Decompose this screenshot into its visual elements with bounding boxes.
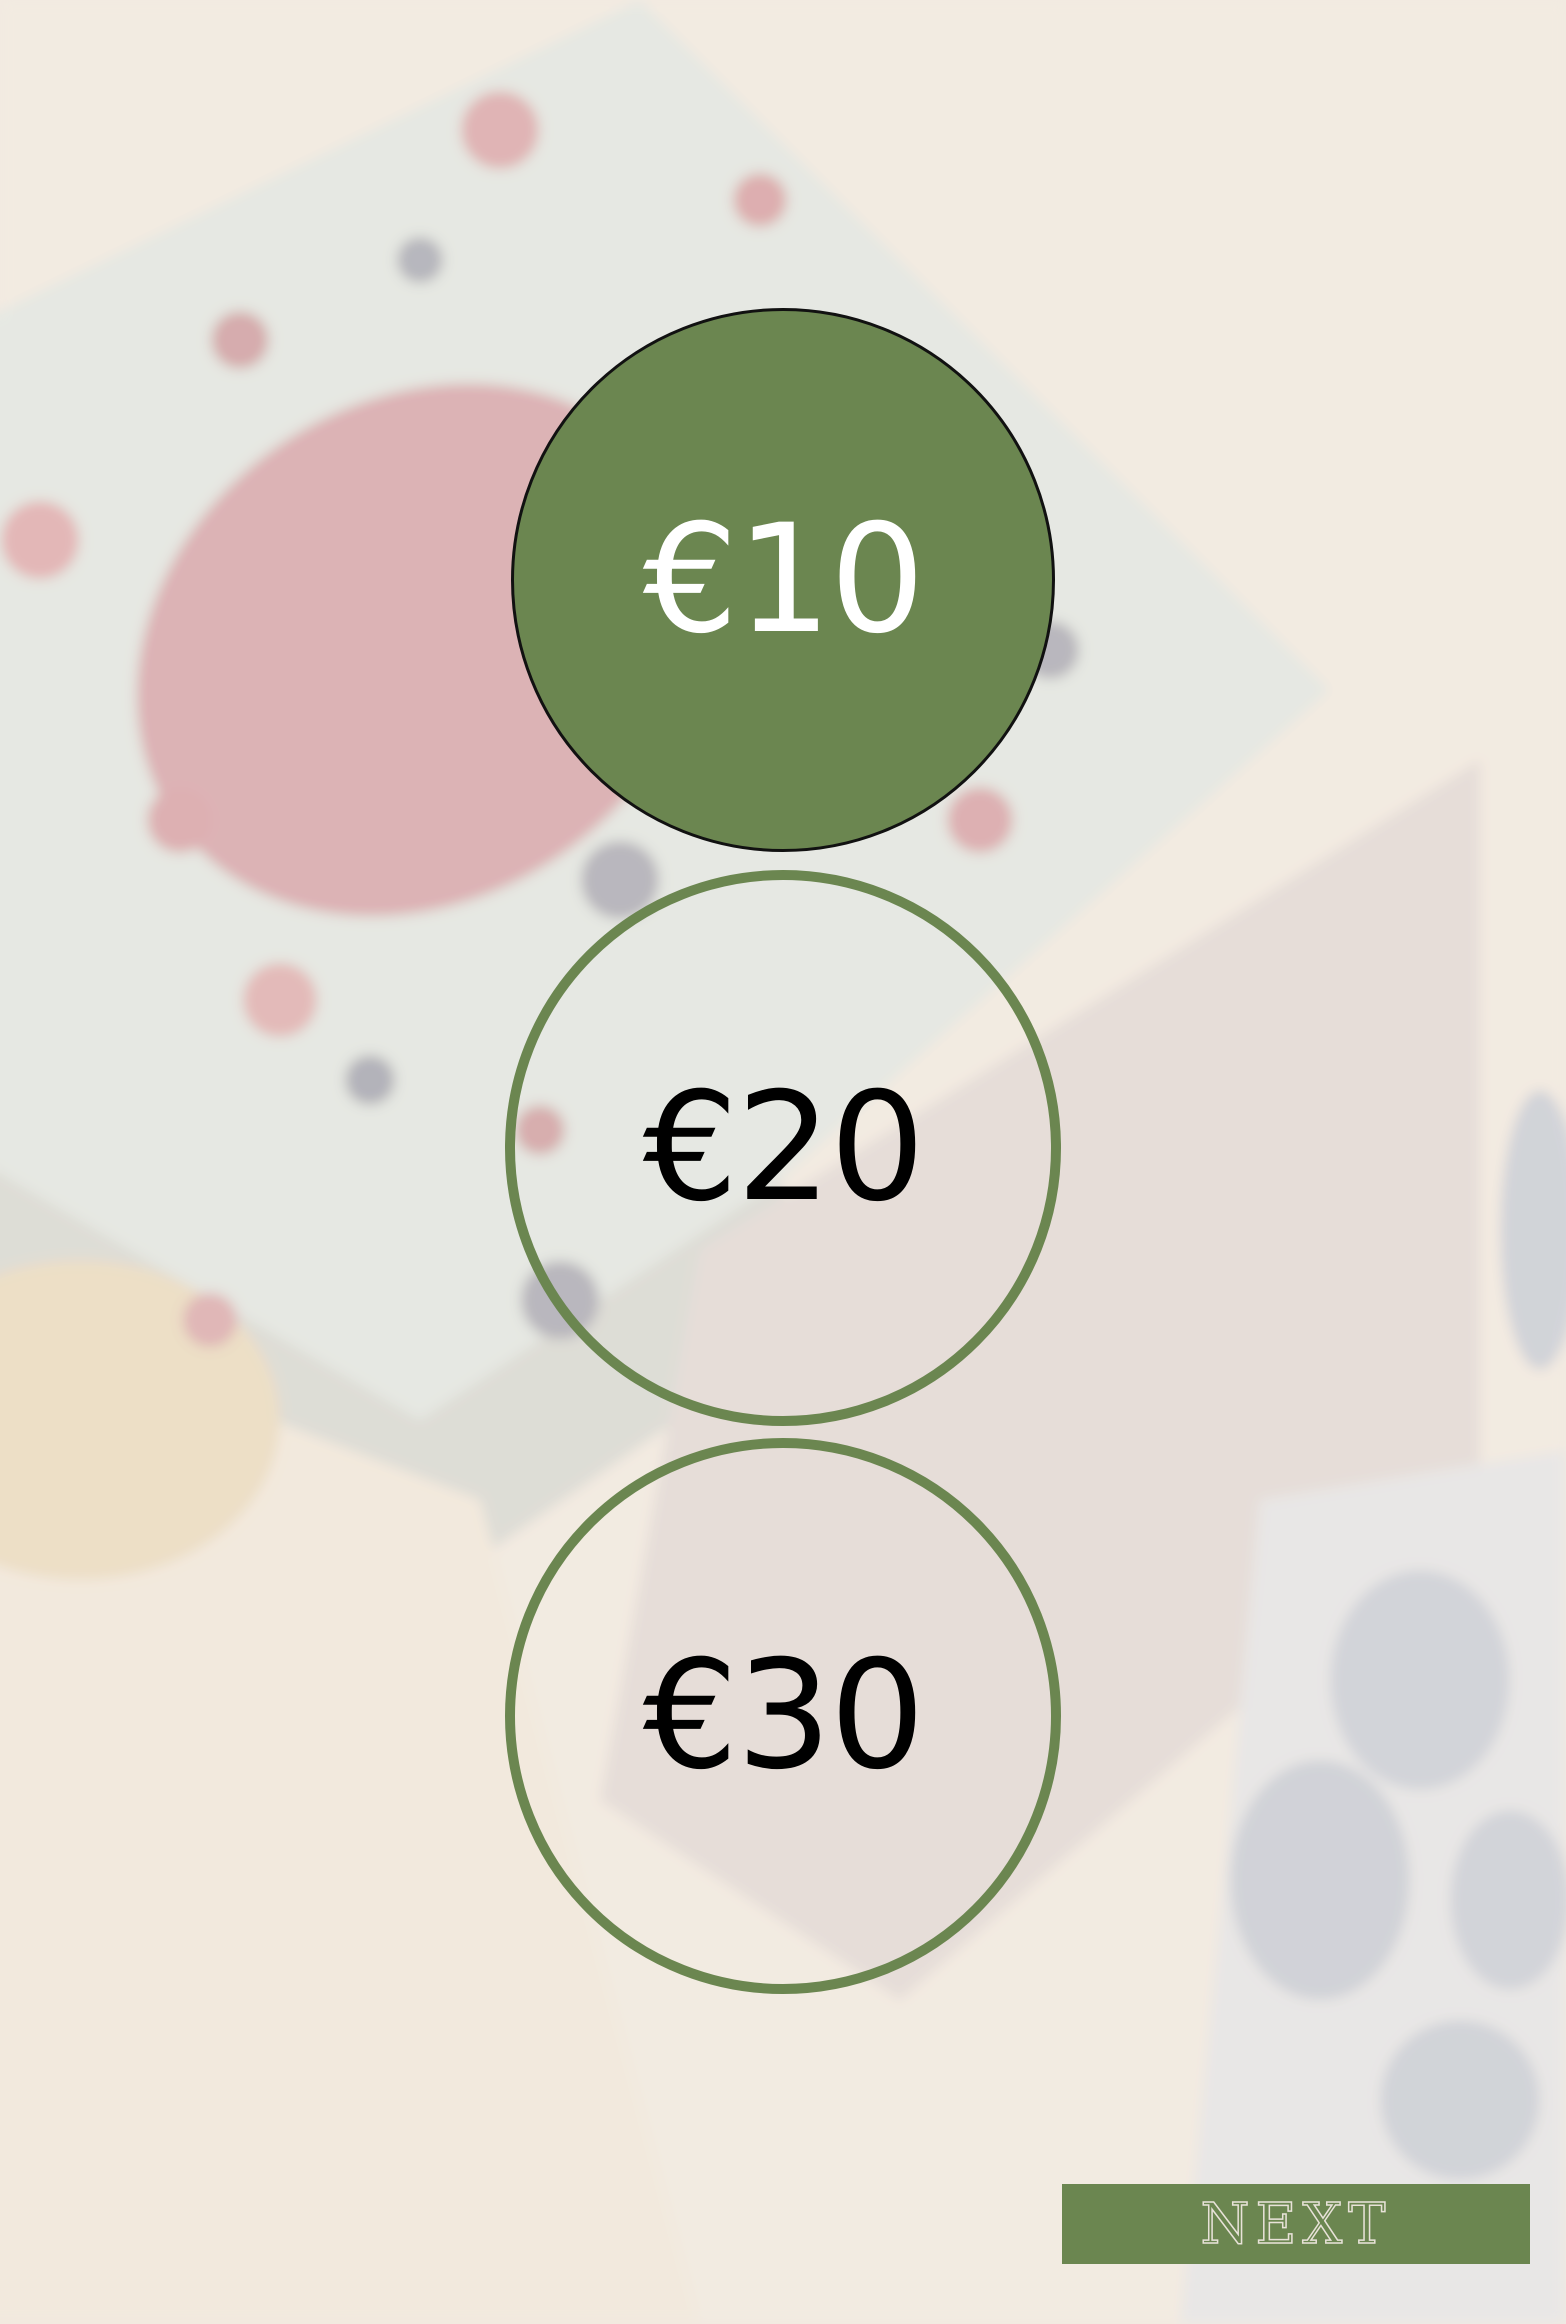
amount-option-20[interactable]: €20 (505, 870, 1061, 1426)
amount-option-30[interactable]: €30 (505, 1438, 1061, 1994)
amount-option-10[interactable]: €10 (511, 308, 1055, 852)
next-button[interactable]: NEXT (1062, 2184, 1530, 2264)
